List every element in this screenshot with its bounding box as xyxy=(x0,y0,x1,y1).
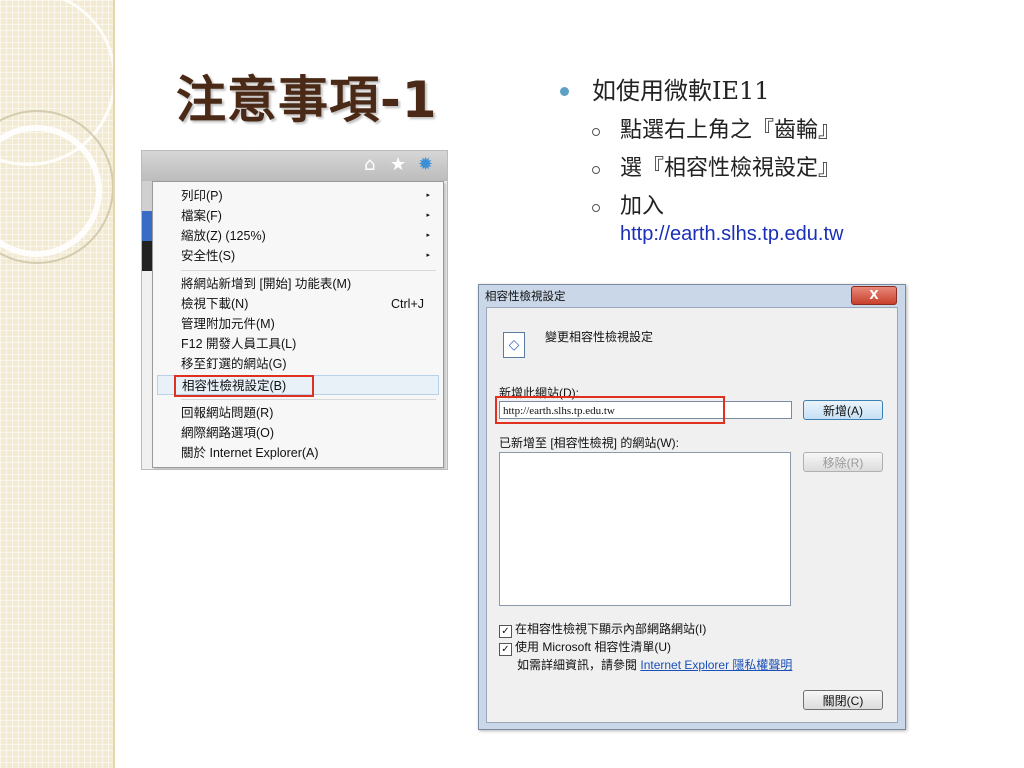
star-icon[interactable]: ★ xyxy=(390,155,406,175)
sub-bullet-ring xyxy=(592,166,600,174)
menu-separator xyxy=(181,270,436,271)
slide-title: 注意事項-1 xyxy=(176,71,438,129)
shortcut-label: Ctrl+J xyxy=(391,297,424,311)
sub-bullet: 加入 http://earth.slhs.tp.edu.tw xyxy=(560,192,1000,246)
menu-item-label: 檢視下載(N) xyxy=(181,297,249,311)
compat-view-dialog: 相容性檢視設定 X ◇ 變更相容性檢視設定 新增此網站(D): http://e… xyxy=(478,284,906,730)
bullet-main: 如使用微軟IE11 xyxy=(560,74,1000,108)
ie-toolbar: ⌂ ★ ✹ xyxy=(142,151,447,181)
site-url-link[interactable]: http://earth.slhs.tp.edu.tw xyxy=(620,222,1000,246)
gear-icon[interactable]: ✹ xyxy=(418,155,433,175)
submenu-arrow-icon: ▸ xyxy=(426,232,430,239)
bullet-list: 如使用微軟IE11 點選右上角之『齒輪』 選『相容性檢視設定』 加入 http:… xyxy=(560,74,1000,246)
menu-item-label: 列印(P) xyxy=(181,189,223,203)
privacy-statement-link[interactable]: Internet Explorer 隱私權聲明 xyxy=(640,658,792,672)
menu-item-file[interactable]: 檔案(F) ▸ xyxy=(181,206,436,226)
ie-tools-menu-screenshot: ⌂ ★ ✹ 列印(P) ▸ 檔案(F) ▸ 縮放(Z) (125%) ▸ 安全性(S)… xyxy=(141,150,448,470)
home-icon[interactable]: ⌂ xyxy=(364,155,375,175)
menu-item-label: 縮放(Z) (125%) xyxy=(181,229,266,243)
dialog-body: ◇ 變更相容性檢視設定 新增此網站(D): http://earth.slhs.… xyxy=(486,307,898,723)
ms-list-checkbox-row[interactable]: ✓ 使用 Microsoft 相容性清單(U) xyxy=(499,638,671,656)
menu-item-dev-tools[interactable]: F12 開發人員工具(L) xyxy=(181,334,436,354)
bullet-dot xyxy=(560,87,569,96)
menu-item-manage-addons[interactable]: 管理附加元件(M) xyxy=(181,314,436,334)
submenu-arrow-icon: ▸ xyxy=(426,192,430,199)
menu-item-report-problem[interactable]: 回報網站問題(R) xyxy=(181,403,436,423)
tools-menu: 列印(P) ▸ 檔案(F) ▸ 縮放(Z) (125%) ▸ 安全性(S) ▸ 將網站新… xyxy=(152,181,444,468)
sub-bullet: 點選右上角之『齒輪』 xyxy=(560,116,1000,146)
menu-item-pinned-sites[interactable]: 移至釘選的網站(G) xyxy=(181,354,436,374)
compat-site-list[interactable] xyxy=(499,452,791,606)
menu-item-label: 安全性(S) xyxy=(181,249,236,263)
menu-item-print[interactable]: 列印(P) ▸ xyxy=(181,186,436,206)
decorative-side-strip xyxy=(0,0,113,768)
highlight-box xyxy=(495,396,725,424)
menu-separator xyxy=(181,399,436,400)
sub-bullet: 選『相容性檢視設定』 xyxy=(560,154,1000,184)
intranet-checkbox-row[interactable]: ✓ 在相容性檢視下顯示內部網路網站(I) xyxy=(499,620,706,638)
submenu-arrow-icon: ▸ xyxy=(426,212,430,219)
menu-item-add-to-start[interactable]: 將網站新增到 [開始] 功能表(M) xyxy=(181,274,436,294)
info-prefix: 如需詳細資訊，請參閱 xyxy=(517,658,638,672)
menu-item-safety[interactable]: 安全性(S) ▸ xyxy=(181,246,436,266)
menu-item-label: 檔案(F) xyxy=(181,209,222,223)
dialog-title: 相容性檢視設定 xyxy=(485,291,566,303)
menu-item-internet-options[interactable]: 網際網路選項(O) xyxy=(181,423,436,443)
checkbox-checked[interactable]: ✓ xyxy=(499,643,512,656)
bullet-main-text: 如使用微軟IE11 xyxy=(592,77,770,105)
checkbox-label: 在相容性檢視下顯示內部網路網站(I) xyxy=(515,622,707,636)
dialog-heading: 變更相容性檢視設定 xyxy=(545,330,654,344)
submenu-arrow-icon: ▸ xyxy=(426,252,430,259)
checkbox-checked[interactable]: ✓ xyxy=(499,625,512,638)
remove-button[interactable]: 移除(R) xyxy=(803,452,883,472)
close-icon[interactable]: X xyxy=(851,286,897,305)
highlight-box xyxy=(174,375,314,397)
sub-bullet-ring xyxy=(592,204,600,212)
page-edge xyxy=(142,241,152,271)
page-edge xyxy=(142,181,152,211)
sub-bullet-ring xyxy=(592,128,600,136)
sub-bullet-text: 加入 xyxy=(620,194,665,219)
checkbox-label: 使用 Microsoft 相容性清單(U) xyxy=(515,640,672,654)
sub-bullet-text: 選『相容性檢視設定』 xyxy=(620,156,841,181)
strip-divider xyxy=(113,0,115,768)
menu-item-view-downloads[interactable]: 檢視下載(N) Ctrl+J xyxy=(181,294,436,314)
page-edge xyxy=(142,211,152,241)
sub-bullet-text: 點選右上角之『齒輪』 xyxy=(620,118,841,143)
add-button[interactable]: 新增(A) xyxy=(803,400,883,420)
site-list-label: 已新增至 [相容性檢視] 的網站(W): xyxy=(499,436,679,450)
info-text: 如需詳細資訊，請參閱 Internet Explorer 隱私權聲明 xyxy=(517,656,792,673)
close-button[interactable]: 關閉(C) xyxy=(803,690,883,710)
compat-view-icon: ◇ xyxy=(503,332,525,358)
menu-item-about-ie[interactable]: 關於 Internet Explorer(A) xyxy=(181,443,436,463)
menu-item-zoom[interactable]: 縮放(Z) (125%) ▸ xyxy=(181,226,436,246)
